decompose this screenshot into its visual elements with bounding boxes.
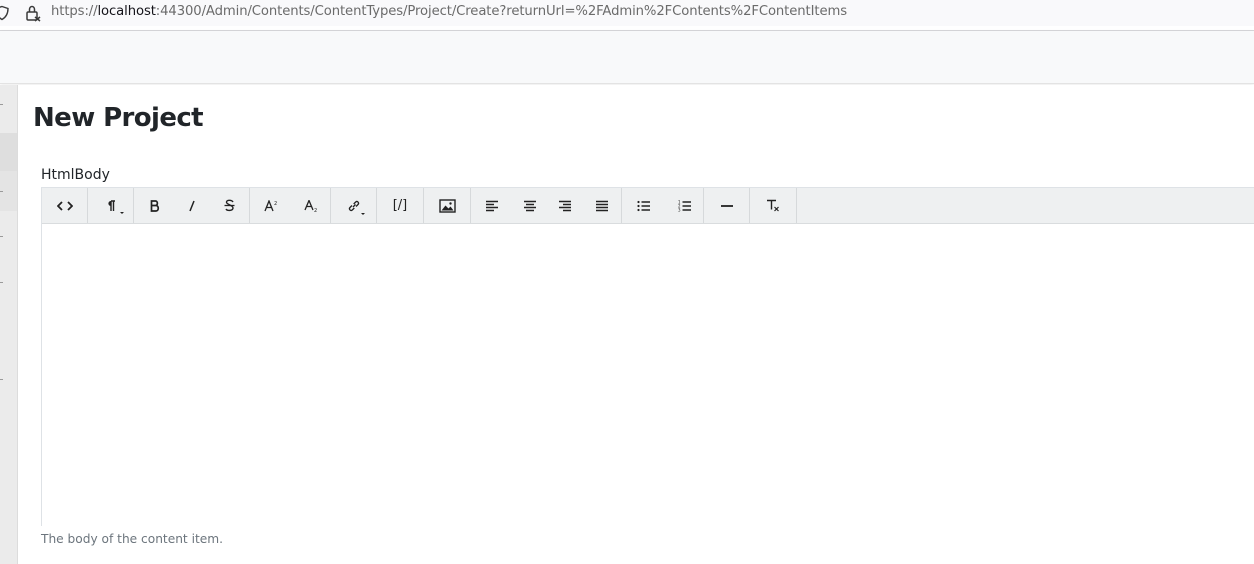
toolbar-group-script: 2 2 (250, 188, 331, 223)
toolbar-group-text-style (134, 188, 250, 223)
chevron-down-icon (120, 212, 124, 214)
italic-icon (189, 200, 195, 211)
toolbar-group-align (471, 188, 622, 223)
bold-icon (150, 199, 159, 212)
url-host: localhost (97, 4, 156, 19)
tracking-protection-shield-icon[interactable] (0, 5, 10, 21)
svg-text:2: 2 (274, 201, 277, 207)
toolbar-group-format (88, 188, 134, 223)
sidebar-item-marker[interactable] (0, 282, 3, 283)
insert-link-button[interactable] (331, 188, 376, 223)
editor-toolbar: 2 2 [/] 1 2 3 (42, 188, 1254, 224)
sidebar-collapse-chevron[interactable] (0, 104, 3, 105)
toolbar-group-lists: 123 (622, 188, 704, 223)
align-center-icon (524, 200, 536, 211)
strikethrough-button[interactable] (209, 188, 249, 223)
code-view-button[interactable] (42, 188, 87, 223)
url-path: :44300/Admin/Contents/ContentTypes/Proje… (155, 4, 847, 19)
horizontal-rule-icon (720, 204, 733, 207)
subscript-icon: 2 (304, 199, 317, 212)
sidebar-item-marker[interactable] (0, 191, 3, 192)
paragraph-format-icon (107, 199, 115, 211)
html-body-editor[interactable]: 2 2 [/] 1 2 3 (41, 187, 1254, 526)
url-scheme: https:// (51, 4, 98, 19)
superscript-button[interactable]: 2 (250, 188, 292, 223)
toolbar-group-link (331, 188, 377, 223)
align-justify-button[interactable] (583, 188, 621, 223)
code-view-icon (56, 200, 73, 211)
align-right-button[interactable] (547, 188, 583, 223)
align-left-icon (486, 200, 498, 211)
browser-url-bar[interactable]: https://localhost:44300/Admin/Contents/C… (0, 0, 1254, 26)
field-hint: The body of the content item. (41, 532, 223, 546)
admin-top-navbar (0, 31, 1254, 84)
bold-button[interactable] (134, 188, 175, 223)
italic-button[interactable] (175, 188, 209, 223)
bulleted-list-icon (637, 200, 650, 211)
htmlbody-field-label: HtmlBody (41, 167, 110, 183)
horizontal-rule-button[interactable] (704, 188, 749, 223)
svg-text:3: 3 (678, 207, 681, 212)
align-right-icon (559, 200, 571, 211)
svg-text:2: 2 (314, 208, 317, 212)
toolbar-group-clear (750, 188, 797, 223)
toolbar-group-image (424, 188, 471, 223)
editor-content-area[interactable] (42, 224, 1254, 526)
align-center-button[interactable] (513, 188, 547, 223)
page-title: New Project (33, 103, 204, 133)
numbered-list-icon: 123 (678, 200, 691, 212)
admin-sidebar[interactable] (0, 85, 18, 564)
toolbar-group-code (42, 188, 88, 223)
align-left-button[interactable] (471, 188, 513, 223)
subscript-button[interactable]: 2 (292, 188, 330, 223)
numbered-list-button[interactable]: 123 (666, 188, 703, 223)
shortcode-button[interactable]: [/] (377, 188, 423, 223)
bulleted-list-button[interactable] (622, 188, 666, 223)
main-content: New Project HtmlBody 2 2 [/] 1 2 3 The b… (18, 85, 1254, 564)
superscript-icon: 2 (264, 199, 277, 211)
clear-formatting-icon (767, 199, 779, 212)
clear-formatting-button[interactable] (750, 188, 796, 223)
insert-link-icon (348, 200, 359, 211)
sidebar-item-marker[interactable] (0, 379, 3, 380)
shortcode-icon: [/] (392, 198, 408, 213)
align-justify-icon (596, 200, 608, 211)
toolbar-group-rule (704, 188, 750, 223)
sidebar-item-active[interactable] (0, 133, 17, 171)
sidebar-item-marker[interactable] (0, 236, 3, 237)
chevron-down-icon (361, 213, 365, 215)
url-text[interactable]: https://localhost:44300/Admin/Contents/C… (51, 4, 847, 19)
insert-image-icon (438, 198, 456, 213)
toolbar-group-shortcode: [/] (377, 188, 424, 223)
insecure-lock-icon[interactable] (24, 4, 42, 22)
strikethrough-icon (224, 199, 234, 212)
insert-image-button[interactable] (424, 188, 470, 223)
paragraph-format-button[interactable] (88, 188, 133, 223)
